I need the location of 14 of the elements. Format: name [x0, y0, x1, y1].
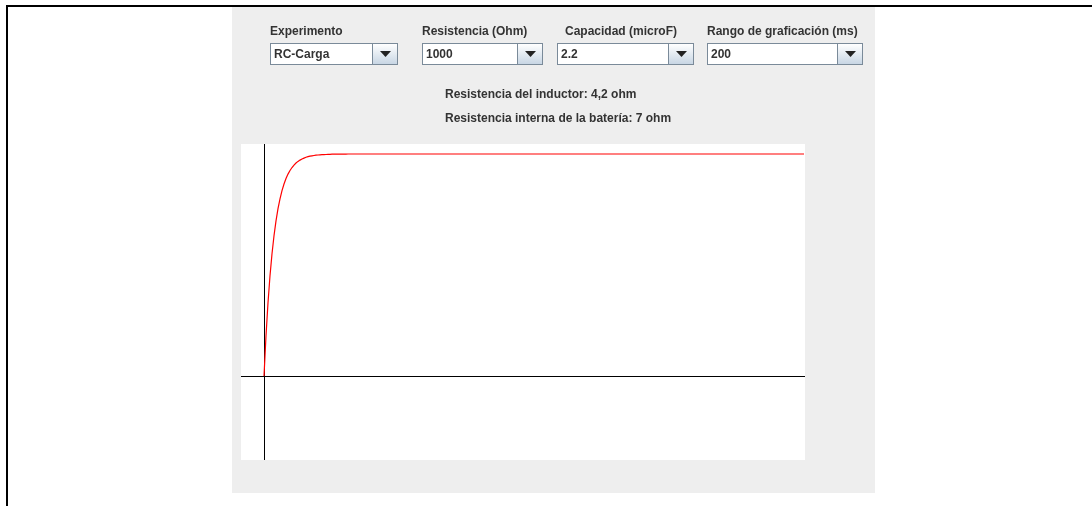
dropdown[interactable]: RC-Carga [270, 43, 398, 65]
caret-icon [844, 51, 856, 57]
info-text: Resistencia interna de la batería: 7 ohm [445, 110, 673, 127]
dropdown[interactable]: 2.2 [557, 43, 694, 65]
caret-icon [675, 51, 687, 57]
info-text: Resistencia del inductor: 4,2 ohm [445, 86, 638, 103]
dropdown[interactable]: 200 [707, 43, 863, 65]
field-label: Experimento [270, 23, 344, 39]
field-label: Rango de graficación (ms) [707, 23, 859, 39]
field-label: Capacidad (microF) [565, 23, 679, 39]
caret-icon [379, 51, 391, 57]
field-label: Resistencia (Ohm) [422, 23, 529, 39]
caret-icon [524, 51, 536, 57]
dropdown[interactable]: 1000 [422, 43, 543, 65]
